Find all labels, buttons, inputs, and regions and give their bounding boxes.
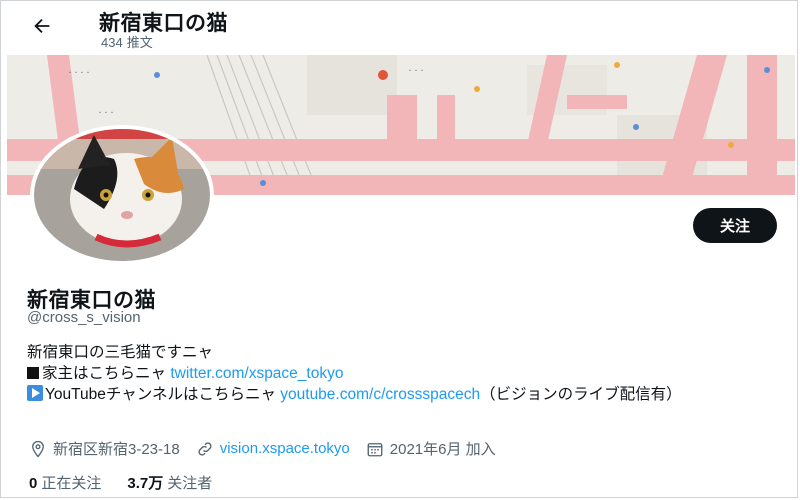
bio-line-1: 新宿東口の三毛猫ですニャ (27, 344, 214, 361)
post-count-value: 434 (101, 35, 123, 50)
profile-stats: 0 正在关注 3.7万 关注者 (29, 472, 238, 493)
followers-label: 关注者 (167, 475, 213, 492)
bio-line-3: YouTubeチャンネルはこちらニャ youtube.com/c/crosssp… (27, 384, 787, 405)
bio-line-3-suffix: （ビジョンのライブ配信有） (480, 386, 682, 403)
post-count: 434 推文 (101, 32, 157, 51)
bio-line-3-text: YouTubeチャンネルはこちらニャ (45, 386, 281, 403)
follow-button[interactable]: 关注 (693, 208, 777, 243)
svg-text:・・・: ・・・ (97, 110, 115, 117)
profile-handle: @cross_s_vision (27, 309, 141, 326)
twitter-link[interactable]: twitter.com/xspace_tokyo (170, 365, 343, 382)
joined-item: 2021年6月 加入 (366, 438, 496, 459)
post-count-label: 推文 (126, 35, 153, 50)
website-link[interactable]: vision.xspace.tokyo (220, 440, 350, 457)
followers-count: 3.7万 (127, 475, 164, 492)
black-square-icon (27, 367, 39, 379)
bio-line-2: 家主はこちらニャ twitter.com/xspace_tokyo (27, 363, 787, 384)
svg-text:・・・・: ・・・・ (67, 70, 91, 77)
link-icon (198, 441, 212, 456)
following-count: 0 (29, 475, 38, 492)
joined-text: 2021年6月 加入 (389, 441, 496, 458)
website-item: vision.xspace.tokyo (196, 440, 350, 458)
location-item: 新宿区新宿3-23-18 (29, 438, 180, 459)
bio-line-2-text: 家主はこちらニャ (42, 365, 171, 382)
profile-meta: 新宿区新宿3-23-18 vision.xspace.tokyo 2021年6月… (29, 438, 512, 459)
svg-text:・・・: ・・・ (407, 68, 425, 75)
profile-page: 新宿東口の猫 434 推文 ・・・・ ・・・ ・・・ 关注 新宿東口の猫 @cr… (0, 0, 798, 498)
youtube-link[interactable]: youtube.com/c/crossspacech (280, 386, 480, 403)
profile-bio: 新宿東口の三毛猫ですニャ 家主はこちらニャ twitter.com/xspace… (27, 342, 787, 405)
location-pin-icon (32, 440, 44, 458)
location-text: 新宿区新宿3-23-18 (53, 441, 180, 458)
play-button-icon (27, 385, 43, 401)
back-button[interactable] (27, 11, 57, 41)
followers-link[interactable]: 3.7万 关注者 (127, 472, 212, 493)
arrow-left-icon (34, 18, 50, 34)
profile-avatar[interactable] (30, 125, 214, 265)
cat-avatar-image (34, 129, 210, 261)
following-link[interactable]: 0 正在关注 (29, 472, 101, 493)
following-label: 正在关注 (41, 475, 102, 492)
top-bar: 新宿東口の猫 434 推文 (1, 1, 797, 53)
calendar-icon (367, 442, 383, 456)
